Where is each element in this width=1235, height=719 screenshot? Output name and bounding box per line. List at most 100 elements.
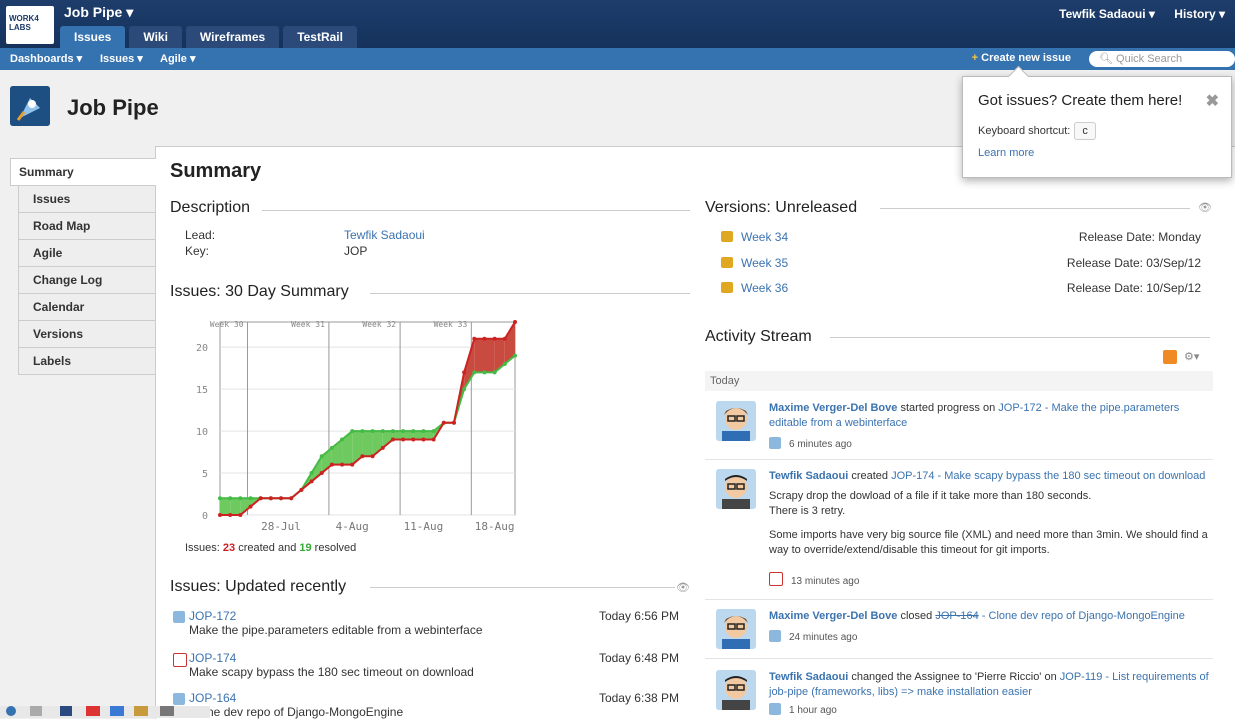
version-row: Week 34 Release Date: Monday [721,230,1201,244]
created-text: created and [235,542,300,554]
calendar-icon[interactable] [110,706,124,716]
data-point-resolved [482,370,487,375]
sidebar-item-issues[interactable]: Issues [18,186,156,213]
quick-search-input[interactable]: 🔍︎ Quick Search [1089,51,1235,67]
x-tick-label: 4-Aug [336,520,369,533]
sidebar-item-summary[interactable]: Summary [10,158,156,186]
nav-agile[interactable]: Agile ▾ [160,52,195,65]
activity-desc-2: There is 3 retry. [769,505,846,517]
activity-verb: created [848,470,892,482]
versions-heading: Versions: Unreleased [705,199,866,217]
issue-link[interactable]: JOP-174 [189,651,236,665]
gear-icon[interactable]: ⚙▾ [1184,350,1199,363]
version-link[interactable]: Week 36 [741,281,788,295]
data-point-created [350,462,355,467]
activity-body: Maxime Verger-Del Bove closed JOP-164 - … [769,609,1209,645]
tab-wireframes[interactable]: Wireframes [185,26,280,48]
user-menu-area: Tewfik Sadaoui ▾ History ▾ [1043,7,1225,21]
data-point-resolved [350,429,355,434]
sidebar-item-calendar[interactable]: Calendar [18,294,156,321]
list-item: JOP-174 Make scapy bypass the 180 sec ti… [173,651,679,679]
activity-time: 6 minutes ago [789,439,852,450]
divider [705,459,1213,460]
package-icon [721,231,733,242]
close-icon[interactable]: ✖ [1206,91,1219,111]
issue-date: Today 6:38 PM [598,691,679,705]
sidebar-item-versions[interactable]: Versions [18,321,156,348]
data-point-created [421,437,426,442]
key-value: JOP [344,244,368,258]
version-link[interactable]: Week 35 [741,256,788,270]
version-link[interactable]: Week 34 [741,230,788,244]
app-icon[interactable] [60,706,72,716]
issue-link[interactable]: JOP-172 [189,609,236,623]
issue-link[interactable]: JOP-164 [189,691,236,705]
x-tick-label: 11-Aug [404,520,444,533]
project-title: Job Pipe [67,95,159,120]
y-tick-label: 10 [196,427,208,438]
issue-summary: Clone dev repo of Django-MongoEngine [189,705,404,719]
data-point-resolved [238,496,243,501]
divider [370,293,690,294]
mail-icon[interactable] [86,706,100,716]
avatar[interactable] [716,401,756,441]
data-point-resolved [228,496,233,501]
avatar[interactable] [716,609,756,649]
nav-issues[interactable]: Issues ▾ [100,52,143,65]
issues-prefix: Issues: [185,542,223,554]
project-sidebar: Summary Issues Road Map Agile Change Log… [10,158,156,375]
data-point-created [431,437,436,442]
issue-link[interactable]: - Clone dev repo of Django-MongoEngine [979,610,1185,622]
eye-icon[interactable]: 👁︎ [1198,201,1212,214]
user-menu[interactable]: Tewfik Sadaoui ▾ [1059,7,1155,21]
data-point-resolved [472,370,477,375]
user-link[interactable]: Maxime Verger-Del Bove [769,610,897,622]
tab-issues[interactable]: Issues [60,26,126,48]
history-menu[interactable]: History ▾ [1174,7,1225,21]
data-point-created [248,504,253,509]
sidebar-item-agile[interactable]: Agile [18,240,156,267]
app-icon[interactable] [134,706,148,716]
sidebar-item-road-map[interactable]: Road Map [18,213,156,240]
task-icon [173,611,185,623]
data-point-created [258,496,263,501]
divider [705,599,1213,600]
avatar[interactable] [716,670,756,710]
learn-more-link[interactable]: Learn more [978,147,1034,159]
user-link[interactable]: Tewfik Sadaoui [769,470,848,482]
sidebar-item-labels[interactable]: Labels [18,348,156,375]
avatar[interactable] [716,469,756,509]
sidebar-item-change-log[interactable]: Change Log [18,267,156,294]
app-icon[interactable] [6,706,16,716]
divider [705,658,1213,659]
gap-area [474,338,485,373]
nav-bar: Dashboards ▾ Issues ▾ Agile ▾ + Create n… [0,48,1235,70]
user-link[interactable]: Maxime Verger-Del Bove [769,402,897,414]
x-tick-label: 18-Aug [475,520,515,533]
gap-area [220,498,231,515]
eye-icon[interactable]: 👁︎ [676,581,690,594]
tab-wiki[interactable]: Wiki [129,26,182,48]
y-tick-label: 5 [202,469,208,480]
data-point-resolved [319,454,324,459]
activity-desc-1: Scrapy drop the dowload of a file if it … [769,490,1092,502]
issue-link[interactable]: JOP-174 - Make scapy bypass the 180 sec … [891,470,1205,482]
user-link[interactable]: Tewfik Sadaoui [769,671,848,683]
create-issue-tip-popup: Got issues? Create them here! ✖ Keyboard… [962,65,1232,178]
lead-link[interactable]: Tewfik Sadaoui [344,228,425,242]
app-icon[interactable] [30,706,42,716]
version-row: Week 35 Release Date: 03/Sep/12 [721,256,1201,270]
rss-feed-icon[interactable] [1163,350,1177,364]
app-switcher[interactable]: Job Pipe ▾ [64,4,133,21]
data-point-resolved [431,429,436,434]
data-point-created [228,513,233,517]
create-issue-button[interactable]: + Create new issue [972,52,1071,64]
data-point-resolved [401,429,406,434]
work4labs-logo[interactable]: WORK4 LABS [6,6,54,44]
plus-icon: + [971,52,979,64]
nav-dashboards[interactable]: Dashboards ▾ [10,52,82,65]
app-icon[interactable] [160,706,174,716]
divider [830,337,1210,338]
issue-link-struck[interactable]: JOP-164 [935,610,978,622]
tab-testrail[interactable]: TestRail [283,26,357,48]
